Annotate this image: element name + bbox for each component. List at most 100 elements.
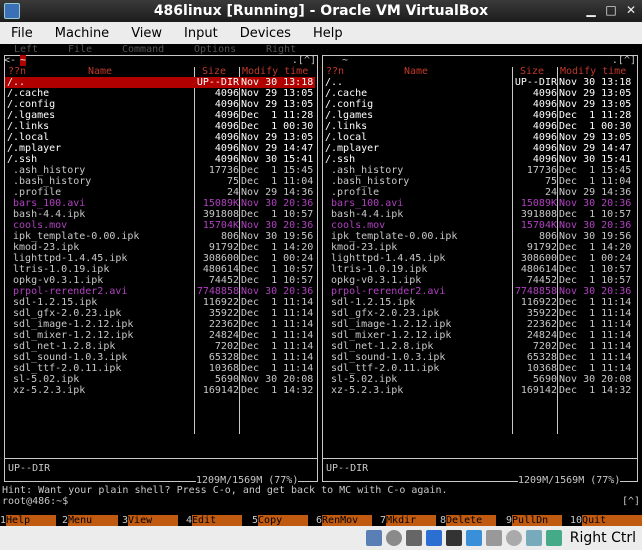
left-file-row[interactable]: prpol-rerender2.avi 7748858 Nov 30 20:36 <box>5 286 315 297</box>
right-file-row[interactable]: .bash_history 75 Dec 1 11:04 <box>323 176 633 187</box>
left-file-row[interactable]: /.lgames 4096 Dec 1 11:28 <box>5 110 315 121</box>
mc-menu-right[interactable]: Right <box>266 44 296 55</box>
menu-input[interactable]: Input <box>173 26 229 41</box>
right-file-row[interactable]: ltris-1.0.19.ipk 480614 Dec 1 10:57 <box>323 264 633 275</box>
right-file-row[interactable]: .profile 24 Nov 29 14:36 <box>323 187 633 198</box>
menu-file[interactable]: File <box>0 26 44 41</box>
shell-prompt[interactable]: root@486:~$ <box>2 496 68 507</box>
close-icon[interactable]: ✕ <box>624 3 638 17</box>
right-file-row[interactable]: sdl_ttf-2.0.11.ipk 10368 Dec 1 11:14 <box>323 363 633 374</box>
left-file-row[interactable]: sl-5.02.ipk 5690 Nov 30 20:08 <box>5 374 315 385</box>
left-col-name[interactable]: Name <box>88 66 112 77</box>
right-panel-path[interactable]: ~ <box>342 55 348 66</box>
right-file-row[interactable]: xz-5.2.3.ipk 169142 Dec 1 14:32 <box>323 385 633 396</box>
left-file-row[interactable]: sdl_ttf-2.0.11.ipk 10368 Dec 1 11:14 <box>5 363 315 374</box>
mouse-integration-icon[interactable] <box>545 530 562 546</box>
left-file-row[interactable]: sdl_image-1.2.12.ipk 22362 Dec 1 11:14 <box>5 319 315 330</box>
fkey-renmov[interactable]: 6RenMov <box>316 515 373 526</box>
fkey-mkdir[interactable]: 7Mkdir <box>380 515 437 526</box>
menu-view[interactable]: View <box>120 26 173 41</box>
fkey-copy[interactable]: 5Copy <box>252 515 309 526</box>
right-col-time[interactable]: Modify time <box>560 66 626 77</box>
left-file-row[interactable]: /.. UP--DIR Nov 30 13:18 <box>5 77 315 88</box>
left-file-row[interactable]: /.config 4096 Nov 29 13:05 <box>5 99 315 110</box>
right-panel-nav[interactable]: .[^] <box>612 55 636 66</box>
video-capture-icon[interactable] <box>505 530 522 546</box>
left-file-row[interactable]: /.mplayer 4096 Nov 29 14:47 <box>5 143 315 154</box>
right-file-row[interactable]: cools.mov 15704K Nov 30 20:36 <box>323 220 633 231</box>
right-file-row[interactable]: /.config 4096 Nov 29 13:05 <box>323 99 633 110</box>
left-file-row[interactable]: sdl_net-1.2.8.ipk 7202 Dec 1 11:14 <box>5 341 315 352</box>
right-file-row[interactable]: ipk_template-0.00.ipk 806 Nov 30 19:56 <box>323 231 633 242</box>
mc-menu-left[interactable]: Left <box>14 44 38 55</box>
mc-menu-file[interactable]: File <box>68 44 92 55</box>
maximize-icon[interactable]: □ <box>604 3 618 17</box>
right-file-row[interactable]: lighttpd-1.4.45.ipk 308600 Dec 1 00:24 <box>323 253 633 264</box>
right-file-row[interactable]: /.links 4096 Dec 1 00:30 <box>323 121 633 132</box>
right-file-row[interactable]: sdl_image-1.2.12.ipk 22362 Dec 1 11:14 <box>323 319 633 330</box>
right-file-row[interactable]: /.mplayer 4096 Nov 29 14:47 <box>323 143 633 154</box>
right-file-row[interactable]: sdl-1.2.15.ipk 116922 Dec 1 11:14 <box>323 297 633 308</box>
audio-icon[interactable] <box>405 530 422 546</box>
right-file-row[interactable]: /.local 4096 Nov 29 13:05 <box>323 132 633 143</box>
left-file-row[interactable]: ltris-1.0.19.ipk 480614 Dec 1 10:57 <box>5 264 315 275</box>
left-file-row[interactable]: /.local 4096 Nov 29 13:05 <box>5 132 315 143</box>
right-file-row[interactable]: kmod-23.ipk 91792 Dec 1 14:20 <box>323 242 633 253</box>
fkey-view[interactable]: 3View <box>122 515 179 526</box>
optical-icon[interactable] <box>385 530 402 546</box>
minimize-icon[interactable]: ▁ <box>584 3 598 17</box>
menu-help[interactable]: Help <box>302 26 354 41</box>
hdd-icon[interactable] <box>365 530 382 546</box>
right-file-row[interactable]: /.cache 4096 Nov 29 13:05 <box>323 88 633 99</box>
left-file-row[interactable]: sdl_gfx-2.0.23.ipk 35922 Dec 1 11:14 <box>5 308 315 319</box>
usb-icon[interactable] <box>445 530 462 546</box>
right-col-size[interactable]: Size <box>520 66 544 77</box>
menu-machine[interactable]: Machine <box>44 26 120 41</box>
left-file-row[interactable]: .bash_history 75 Dec 1 11:04 <box>5 176 315 187</box>
left-col-time[interactable]: Modify time <box>242 66 308 77</box>
right-file-row[interactable]: sl-5.02.ipk 5690 Nov 30 20:08 <box>323 374 633 385</box>
fkey-quit[interactable]: 10Quit <box>570 515 642 526</box>
left-file-row[interactable]: /.links 4096 Dec 1 00:30 <box>5 121 315 132</box>
mc-menu-command[interactable]: Command <box>122 44 164 55</box>
cpu-icon[interactable] <box>525 530 542 546</box>
fkey-menu[interactable]: 2Menu <box>62 515 119 526</box>
right-file-row[interactable]: /.lgames 4096 Dec 1 11:28 <box>323 110 633 121</box>
network-icon[interactable] <box>425 530 442 546</box>
left-file-row[interactable]: opkg-v0.3.1.ipk 74452 Dec 1 10:57 <box>5 275 315 286</box>
menu-devices[interactable]: Devices <box>229 26 302 41</box>
vm-display[interactable]: Left File Command Options Right <- ~ .[^… <box>0 44 642 526</box>
right-file-row[interactable]: .ash_history 17736 Dec 1 15:45 <box>323 165 633 176</box>
mc-menu-options[interactable]: Options <box>194 44 236 55</box>
left-file-row[interactable]: bars_100.avi 15089K Nov 30 20:36 <box>5 198 315 209</box>
left-panel-nav[interactable]: .[^] <box>292 55 316 66</box>
left-file-row[interactable]: ipk_template-0.00.ipk 806 Nov 30 19:56 <box>5 231 315 242</box>
right-file-row[interactable]: bars_100.avi 15089K Nov 30 20:36 <box>323 198 633 209</box>
window-titlebar[interactable]: 486linux [Running] - Oracle VM VirtualBo… <box>0 0 642 22</box>
left-file-row[interactable]: /.cache 4096 Nov 29 13:05 <box>5 88 315 99</box>
left-panel[interactable]: <- ~ .[^] ??n Name Size Modify time /.. U… <box>4 55 318 486</box>
left-file-row[interactable]: sdl_mixer-1.2.12.ipk 24824 Dec 1 11:14 <box>5 330 315 341</box>
display-icon[interactable] <box>485 530 502 546</box>
right-file-row[interactable]: sdl_gfx-2.0.23.ipk 35922 Dec 1 11:14 <box>323 308 633 319</box>
cmdline-history-nav[interactable]: [^] <box>622 496 640 507</box>
left-file-row[interactable]: /.ssh 4096 Nov 30 15:41 <box>5 154 315 165</box>
shared-folder-icon[interactable] <box>465 530 482 546</box>
left-file-row[interactable]: sdl-1.2.15.ipk 116922 Dec 1 11:14 <box>5 297 315 308</box>
right-file-row[interactable]: sdl_net-1.2.8.ipk 7202 Dec 1 11:14 <box>323 341 633 352</box>
right-panel[interactable]: ~ .[^] ??n Name Size Modify time /.. UP--… <box>322 55 638 486</box>
left-file-row[interactable]: .profile 24 Nov 29 14:36 <box>5 187 315 198</box>
left-file-row[interactable]: lighttpd-1.4.45.ipk 308600 Dec 1 00:24 <box>5 253 315 264</box>
right-file-row[interactable]: bash-4.4.ipk 391808 Dec 1 10:57 <box>323 209 633 220</box>
left-file-row[interactable]: sdl_sound-1.0.3.ipk 65328 Dec 1 11:14 <box>5 352 315 363</box>
fkey-pulldn[interactable]: 9PullDn <box>506 515 563 526</box>
left-col-size[interactable]: Size <box>202 66 226 77</box>
right-col-name[interactable]: Name <box>404 66 428 77</box>
left-file-row[interactable]: .ash_history 17736 Dec 1 15:45 <box>5 165 315 176</box>
right-file-row[interactable]: sdl_mixer-1.2.12.ipk 24824 Dec 1 11:14 <box>323 330 633 341</box>
right-file-row[interactable]: prpol-rerender2.avi 7748858 Nov 30 20:36 <box>323 286 633 297</box>
left-file-row[interactable]: bash-4.4.ipk 391808 Dec 1 10:57 <box>5 209 315 220</box>
fkey-delete[interactable]: 8Delete <box>440 515 497 526</box>
fkey-help[interactable]: 1Help <box>0 515 57 526</box>
left-file-row[interactable]: kmod-23.ipk 91792 Dec 1 14:20 <box>5 242 315 253</box>
